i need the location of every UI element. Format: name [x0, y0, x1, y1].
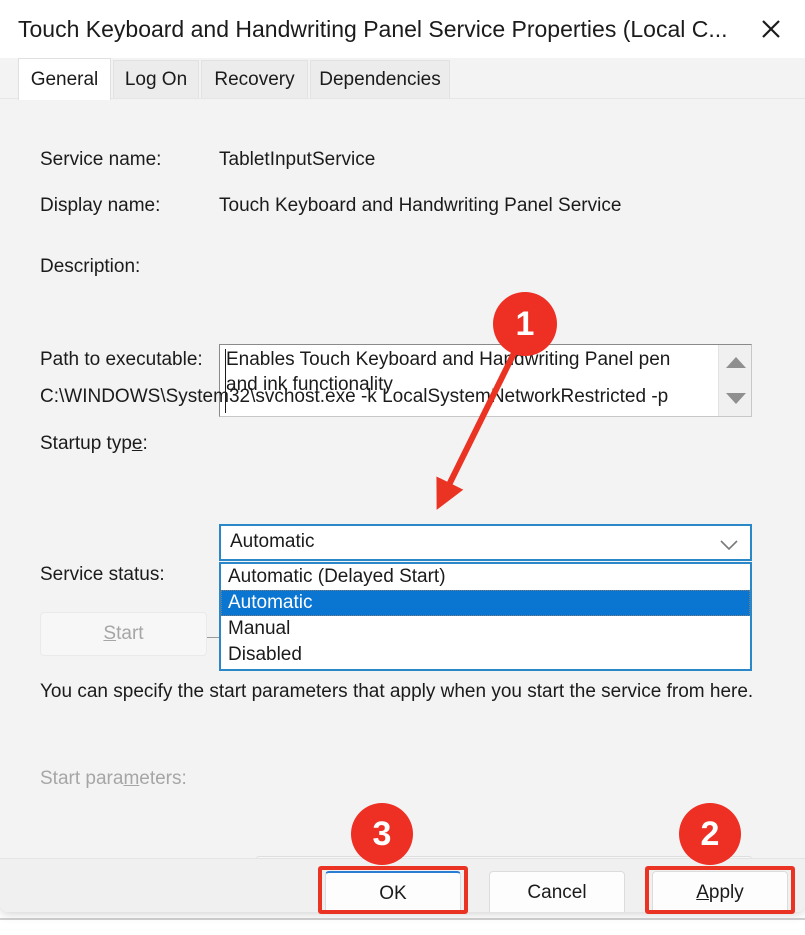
cancel-button-label: Cancel — [527, 882, 587, 903]
tab-dependencies-label: Dependencies — [319, 68, 441, 90]
apply-button-label: Apply — [696, 882, 744, 903]
description-scrollbar[interactable] — [718, 345, 751, 416]
ok-button-label: OK — [379, 882, 407, 904]
tab-strip: General Log On Recovery Dependencies — [0, 58, 805, 100]
tab-recovery-label: Recovery — [214, 68, 295, 90]
start-parameters-hint: You can specify the start parameters tha… — [40, 681, 754, 702]
startup-type-dropdown-list[interactable]: Automatic (Delayed Start) Automatic Manu… — [219, 562, 752, 671]
tab-log-on[interactable]: Log On — [113, 60, 199, 98]
tab-recovery[interactable]: Recovery — [201, 60, 308, 98]
service-name-label: Service name: — [40, 149, 162, 170]
annotation-badge-3: 3 — [351, 803, 413, 865]
dialog-footer: OK Cancel Apply — [0, 858, 805, 912]
description-label: Description: — [40, 256, 141, 277]
service-status-label: Service status: — [40, 564, 165, 585]
scroll-down-icon[interactable] — [719, 381, 752, 416]
cancel-button[interactable]: Cancel — [489, 871, 625, 912]
tab-general[interactable]: General — [18, 58, 111, 100]
window-title: Touch Keyboard and Handwriting Panel Ser… — [18, 16, 728, 42]
startup-type-selected-value: Automatic — [230, 531, 315, 552]
scroll-up-icon[interactable] — [719, 345, 752, 380]
service-properties-dialog: Touch Keyboard and Handwriting Panel Ser… — [0, 0, 805, 912]
ok-button[interactable]: OK — [325, 871, 461, 912]
general-tab-panel: Service name: TabletInputService Display… — [0, 98, 805, 897]
tab-log-on-label: Log On — [124, 68, 188, 90]
tab-dependencies[interactable]: Dependencies — [310, 60, 450, 98]
startup-type-dropdown-option-automatic[interactable]: Automatic — [221, 590, 750, 616]
startup-type-label: Startup type: — [40, 433, 148, 454]
background-window-divider — [0, 918, 805, 920]
apply-button[interactable]: Apply — [652, 871, 788, 912]
close-icon[interactable] — [745, 8, 797, 50]
path-to-executable-label: Path to executable: — [40, 349, 203, 370]
startup-type-dropdown-option-automatic-delayed-start[interactable]: Automatic (Delayed Start) — [221, 564, 750, 590]
display-name-value: Touch Keyboard and Handwriting Panel Ser… — [219, 195, 622, 216]
startup-type-dropdown-option-disabled[interactable]: Disabled — [221, 642, 750, 668]
startup-type-combobox[interactable]: Automatic — [219, 524, 752, 561]
annotation-badge-1: 1 — [493, 292, 557, 356]
start-service-button-label: Start — [103, 623, 144, 644]
tab-general-label: General — [30, 68, 99, 90]
title-bar: Touch Keyboard and Handwriting Panel Ser… — [0, 0, 805, 58]
path-to-executable-value: C:\WINDOWS\System32\svchost.exe -k Local… — [40, 386, 669, 407]
start-service-button[interactable]: Start — [40, 612, 207, 656]
annotation-badge-2: 2 — [679, 803, 741, 865]
chevron-down-icon — [720, 538, 738, 556]
startup-type-dropdown-option-manual[interactable]: Manual — [221, 616, 750, 642]
screen: Touch Keyboard and Handwriting Panel Ser… — [0, 0, 805, 935]
display-name-label: Display name: — [40, 195, 161, 216]
start-parameters-label: Start parameters: — [40, 768, 187, 789]
service-name-value: TabletInputService — [219, 149, 376, 170]
